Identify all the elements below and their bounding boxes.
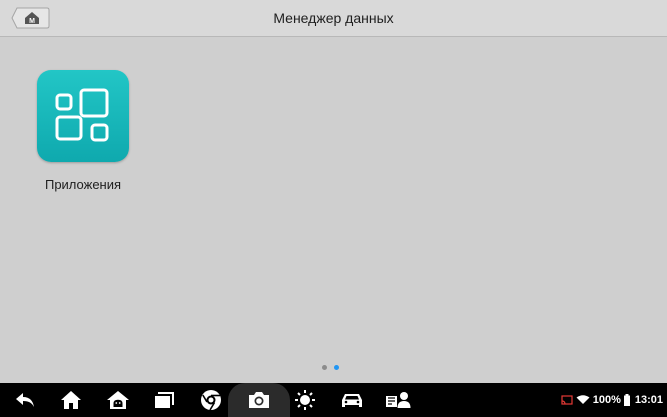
home-icon (61, 391, 81, 409)
browser-icon (201, 390, 221, 411)
title-bar: M Менеджер данных (0, 0, 667, 37)
browser-button[interactable] (197, 383, 225, 417)
cast-icon (561, 395, 573, 405)
recent-apps-icon (155, 392, 174, 408)
wifi-icon (576, 395, 590, 404)
vci-user-button[interactable] (384, 383, 414, 417)
page-title: Менеджер данных (273, 10, 394, 26)
home-nav-button[interactable] (57, 383, 85, 417)
page-indicator (322, 365, 346, 373)
car-icon (342, 394, 362, 407)
vci-user-icon (386, 392, 411, 408)
system-nav-bar: 100% 13:01 (0, 383, 667, 417)
app-tile-applications[interactable] (37, 70, 129, 162)
battery-level: 100% (592, 394, 621, 406)
app-label-applications[interactable]: Приложения (20, 177, 146, 192)
page-dot-2-active[interactable] (334, 365, 339, 370)
page-dot-1[interactable] (322, 365, 327, 370)
android-home-button[interactable] (104, 383, 132, 417)
android-home-icon (107, 391, 129, 409)
brightness-icon (295, 390, 315, 410)
app-grid: Приложения (0, 37, 667, 383)
battery-icon (623, 394, 630, 406)
apps-grid-icon (55, 88, 109, 142)
brightness-button[interactable] (291, 383, 319, 417)
camera-icon (249, 392, 269, 408)
back-button[interactable] (10, 383, 40, 417)
recent-apps-button[interactable] (150, 383, 178, 417)
vehicle-button[interactable] (337, 383, 367, 417)
back-icon (16, 393, 34, 407)
clock: 13:01 (634, 394, 663, 406)
camera-button[interactable] (228, 383, 290, 417)
status-bar: 100% 13:01 (561, 383, 663, 417)
